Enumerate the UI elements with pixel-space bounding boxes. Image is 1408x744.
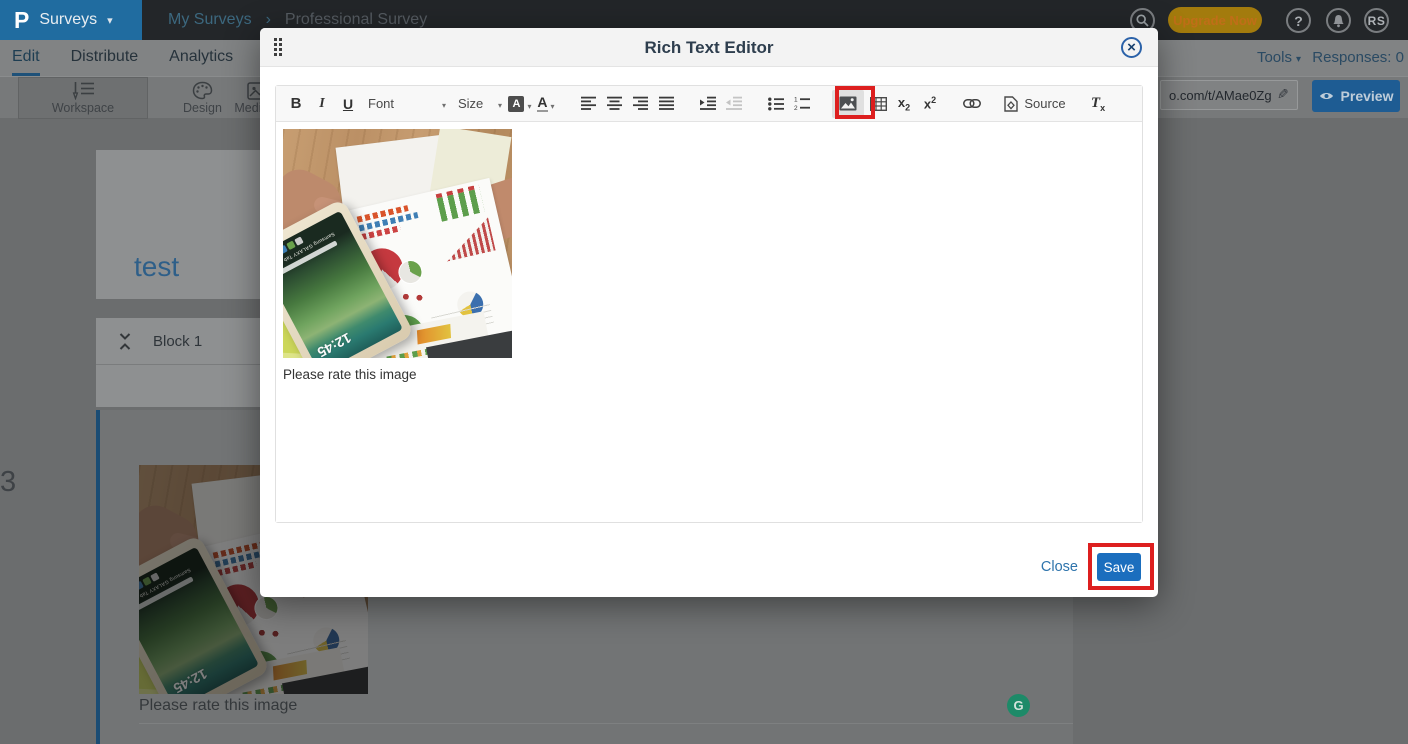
notifications-button[interactable] <box>1326 8 1351 33</box>
modal-header: Rich Text Editor <box>260 28 1158 67</box>
source-button[interactable]: Source <box>1002 90 1068 118</box>
photo-tablet-clock: 12:45 <box>315 330 354 358</box>
nav-tab-distribute[interactable]: Distribute <box>71 40 139 76</box>
chevron-down-icon <box>495 96 502 111</box>
chevron-down-icon <box>524 96 531 112</box>
chevron-down-icon <box>439 96 446 111</box>
align-center-icon <box>607 96 622 111</box>
chevron-down-icon <box>1292 49 1301 66</box>
collapse-icon[interactable] <box>119 333 131 350</box>
italic-button[interactable]: I <box>310 90 334 118</box>
modal-title: Rich Text Editor <box>260 28 1158 67</box>
insert-link-button[interactable] <box>960 90 984 118</box>
justify-button[interactable] <box>654 90 678 118</box>
chevron-down-icon <box>107 11 113 29</box>
share-url-field[interactable]: o.com/t/AMae0Zgn <box>1160 80 1298 110</box>
indent-icon <box>700 96 716 111</box>
product-label: Surveys <box>39 11 97 29</box>
question-number: 3 <box>0 466 16 499</box>
source-document-icon <box>1004 96 1018 112</box>
close-icon <box>1127 39 1136 57</box>
responses-count[interactable]: Responses: 0 <box>1312 40 1404 76</box>
align-right-button[interactable] <box>628 90 652 118</box>
nav-tab-edit[interactable]: Edit <box>12 40 40 76</box>
question-divider <box>139 723 1073 724</box>
remove-format-button[interactable]: Tx <box>1086 90 1110 118</box>
svg-text:1: 1 <box>794 97 798 104</box>
breadcrumb-parent[interactable]: My Surveys <box>168 11 252 29</box>
font-dropdown[interactable]: Font <box>362 91 452 117</box>
help-button[interactable]: ? <box>1286 8 1311 33</box>
modal-close-link[interactable]: Close <box>1041 559 1078 575</box>
workspace-icon <box>71 81 96 100</box>
rich-text-editor: B I U Font Size A A 12 x2 x2 <box>275 85 1143 523</box>
bgcolor-icon: A <box>508 96 524 112</box>
align-right-icon <box>633 96 648 111</box>
proprofs-logo: P <box>14 9 29 32</box>
share-url-text: o.com/t/AMae0Zgn <box>1169 88 1271 103</box>
justify-icon <box>659 96 674 111</box>
bullet-list-button[interactable] <box>764 90 788 118</box>
background-color-button[interactable]: A <box>508 90 532 118</box>
modal-close-button[interactable] <box>1121 37 1142 58</box>
photo-bar-pictogram <box>437 188 485 221</box>
editor-toolbar: B I U Font Size A A 12 x2 x2 <box>276 86 1142 122</box>
product-switcher[interactable]: P Surveys <box>0 0 142 40</box>
editor-content-area[interactable]: 55% Samsung GALAXY Tab S 12:45 Please ra… <box>276 122 1142 522</box>
outdent-icon <box>726 96 742 111</box>
drag-handle-icon[interactable] <box>274 38 282 56</box>
photo-bar-chart <box>439 217 495 261</box>
preview-button[interactable]: Preview <box>1312 80 1400 112</box>
embedded-image[interactable]: 55% Samsung GALAXY Tab S 12:45 <box>283 129 512 358</box>
question-text: Please rate this image <box>139 697 297 715</box>
size-dropdown[interactable]: Size <box>452 91 508 117</box>
numbered-list-icon: 12 <box>794 96 810 111</box>
highlight-insert-image <box>835 86 875 119</box>
underline-button[interactable]: U <box>336 90 360 118</box>
bullet-list-icon <box>768 97 784 111</box>
breadcrumb-separator-icon <box>266 11 271 29</box>
app-screen: P Surveys My Surveys Professional Survey… <box>0 0 1408 744</box>
ribbon-tab-workspace[interactable]: Workspace <box>18 77 148 119</box>
align-center-button[interactable] <box>602 90 626 118</box>
svg-text:2: 2 <box>794 105 798 111</box>
textcolor-icon: A <box>537 95 547 112</box>
edit-pencil-icon[interactable] <box>1277 86 1289 104</box>
survey-title[interactable]: test <box>134 251 179 283</box>
numbered-list-button[interactable]: 12 <box>790 90 814 118</box>
photo-tablet-clock: 12:45 <box>171 666 210 694</box>
outdent-button[interactable] <box>722 90 746 118</box>
align-left-button[interactable] <box>576 90 600 118</box>
bell-icon <box>1332 14 1345 28</box>
tools-menu[interactable]: Tools <box>1257 40 1301 78</box>
search-icon <box>1136 14 1149 27</box>
highlight-save-button <box>1088 543 1154 590</box>
text-color-button[interactable]: A <box>534 90 558 118</box>
nav-tab-analytics[interactable]: Analytics <box>169 40 233 76</box>
superscript-button[interactable]: x2 <box>918 90 942 118</box>
upgrade-now-button[interactable]: Upgrade Now <box>1168 7 1262 33</box>
grammarly-icon[interactable]: G <box>1007 694 1030 717</box>
subscript-button[interactable]: x2 <box>892 90 916 118</box>
breadcrumb-current: Professional Survey <box>285 11 427 29</box>
link-icon <box>963 99 981 108</box>
ribbon-tab-label: Workspace <box>52 101 114 115</box>
eye-icon <box>1319 91 1334 101</box>
rich-text-editor-modal: Rich Text Editor B I U Font Size A A 12 <box>260 28 1158 597</box>
align-left-icon <box>581 96 596 111</box>
block-name: Block 1 <box>153 333 202 350</box>
indent-button[interactable] <box>696 90 720 118</box>
editor-caption-text[interactable]: Please rate this image <box>283 367 1135 382</box>
bold-button[interactable]: B <box>284 90 308 118</box>
user-avatar[interactable]: RS <box>1364 8 1389 33</box>
chevron-down-icon <box>548 96 555 112</box>
